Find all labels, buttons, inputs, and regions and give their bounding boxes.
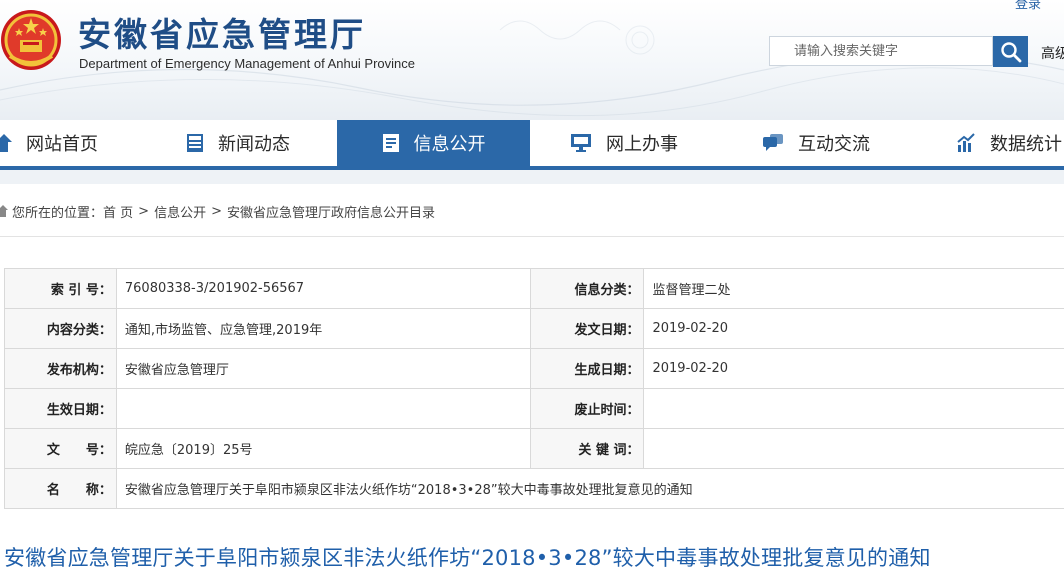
article-title: 安徽省应急管理厅关于阜阳市颍泉区非法火纸作坊“2018•3•28”较大中毒事故处… (4, 546, 931, 570)
search-button[interactable] (993, 36, 1028, 67)
nav-item-news[interactable]: 新闻动态 (186, 120, 336, 166)
meta-label: 生效日期： (4, 388, 117, 429)
table-row: 内容分类： 通知,市场监管、应急管理,2019年 发文日期： 2019-02-2… (4, 308, 1064, 349)
page-band (0, 170, 1064, 184)
meta-label: 信息分类： (529, 268, 645, 309)
nav-item-online-service[interactable]: 网上办事 (570, 120, 730, 166)
nav-label: 互动交流 (798, 134, 870, 155)
main-nav: 网站首页 新闻动态 信息公开 网上办事 互动交流 数据统计 (0, 120, 1064, 170)
monitor-icon (570, 133, 592, 153)
document-meta-table: 索 引 号： 76080338-3/201902-56567 信息分类： 监督管… (4, 268, 1064, 509)
meta-label: 名 称： (4, 468, 117, 509)
search-icon (1000, 41, 1021, 62)
meta-value: 安徽省应急管理厅 (115, 348, 531, 389)
search-input[interactable] (769, 36, 993, 66)
site-header: 安徽省应急管理厅 Department of Emergency Managem… (0, 0, 1064, 120)
advanced-search-link[interactable]: 高级 (1041, 43, 1064, 63)
table-row: 索 引 号： 76080338-3/201902-56567 信息分类： 监督管… (4, 268, 1064, 309)
breadcrumb-catalog-link[interactable]: 安徽省应急管理厅政府信息公开目录 (227, 202, 435, 221)
meta-name-value: 安徽省应急管理厅关于阜阳市颍泉区非法火纸作坊“2018•3•28”较大中毒事故处… (115, 468, 1064, 509)
nav-item-home[interactable]: 网站首页 (0, 120, 146, 166)
national-emblem-icon (1, 10, 61, 70)
meta-label: 废止时间： (529, 388, 645, 429)
table-row: 文 号： 皖应急〔2019〕25号 关 键 词： (4, 428, 1064, 469)
nav-item-info-public[interactable]: 信息公开 (337, 120, 530, 166)
meta-value: 76080338-3/201902-56567 (115, 268, 531, 309)
meta-label: 发文日期： (529, 308, 645, 349)
chart-icon (956, 133, 976, 153)
meta-value: 2019-02-20 (643, 308, 1064, 349)
location-home-icon (0, 205, 8, 217)
table-row: 发布机构： 安徽省应急管理厅 生成日期： 2019-02-20 (4, 348, 1064, 389)
breadcrumb-separator: > (138, 203, 150, 219)
news-icon (186, 133, 204, 153)
meta-label: 内容分类： (4, 308, 117, 349)
meta-value (643, 428, 1064, 469)
meta-value: 监督管理二处 (643, 268, 1064, 309)
nav-label: 网上办事 (606, 134, 678, 155)
meta-label: 文 号： (4, 428, 117, 469)
meta-label: 发布机构： (4, 348, 117, 389)
home-icon (0, 134, 12, 152)
nav-label: 新闻动态 (218, 134, 290, 155)
table-row: 名 称： 安徽省应急管理厅关于阜阳市颍泉区非法火纸作坊“2018•3•28”较大… (4, 468, 1064, 509)
breadcrumb: 您所在的位置： 首 页 > 信息公开 > 安徽省应急管理厅政府信息公开目录 (0, 186, 1064, 237)
meta-value: 通知,市场监管、应急管理,2019年 (115, 308, 531, 349)
login-link[interactable]: 登录 (1015, 0, 1041, 12)
nav-label: 网站首页 (26, 134, 98, 155)
site-subtitle: Department of Emergency Management of An… (79, 56, 416, 71)
chat-icon (762, 133, 784, 153)
site-title: 安徽省应急管理厅 (78, 15, 366, 54)
breadcrumb-info-public-link[interactable]: 信息公开 (154, 202, 206, 221)
nav-label: 数据统计 (990, 134, 1062, 155)
meta-label: 关 键 词： (529, 428, 645, 469)
meta-value (115, 388, 531, 429)
document-icon (382, 133, 400, 153)
meta-label: 生成日期： (529, 348, 645, 389)
meta-label: 索 引 号： (4, 268, 117, 309)
nav-item-interaction[interactable]: 互动交流 (762, 120, 922, 166)
meta-value: 皖应急〔2019〕25号 (115, 428, 531, 469)
meta-value (643, 388, 1064, 429)
breadcrumb-prefix: 您所在的位置： (12, 205, 104, 221)
breadcrumb-home-link[interactable]: 首 页 (103, 202, 133, 221)
nav-item-statistics[interactable]: 数据统计 (956, 120, 1064, 166)
breadcrumb-separator: > (211, 203, 222, 219)
table-row: 生效日期： 废止时间： (4, 388, 1064, 429)
nav-label: 信息公开 (413, 134, 486, 155)
meta-value: 2019-02-20 (643, 348, 1064, 389)
